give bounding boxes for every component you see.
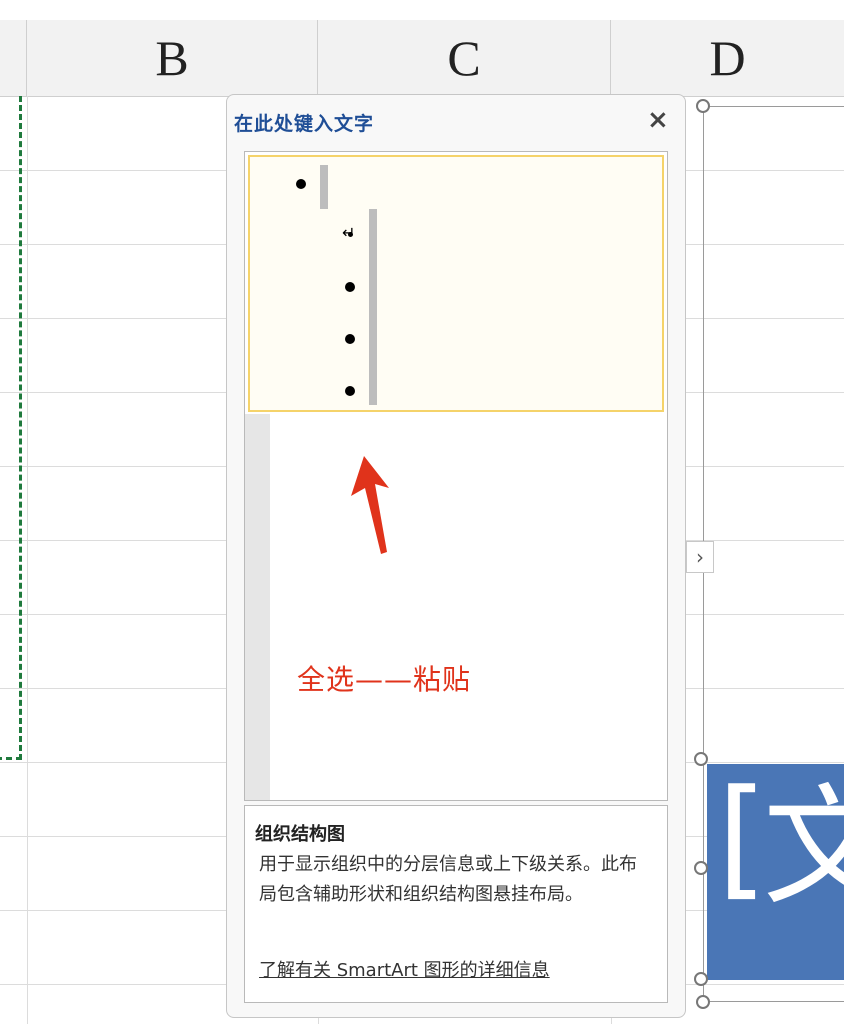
smartart-shape[interactable]: [ 文: [707, 764, 844, 980]
bullet-item-3[interactable]: [345, 282, 355, 292]
close-icon[interactable]: ×: [647, 107, 669, 133]
layout-description-text: 用于显示组织中的分层信息或上下级关系。此布局包含辅助形状和组织结构图悬挂布局。: [259, 854, 637, 905]
learn-more-link[interactable]: 了解有关 SmartArt 图形的详细信息: [259, 956, 550, 982]
ribbon-edge: [0, 0, 844, 20]
column-header-c[interactable]: C: [318, 20, 611, 96]
bullet-item-2[interactable]: [348, 232, 353, 237]
text-edit-area[interactable]: ↵ 全选——粘贴: [244, 151, 668, 801]
column-header-row: B C D: [0, 20, 844, 97]
shape-handle-bottom-left[interactable]: [694, 972, 708, 986]
smartart-text-pane: 在此处键入文字 × ↵ 全选——粘贴 组织结构图 用于显示组织中的分层信息或上下…: [226, 94, 686, 1018]
shape-bracket: [: [717, 764, 768, 913]
resize-handle-bottom-left[interactable]: [696, 995, 710, 1009]
annotation-text: 全选——粘贴: [297, 663, 472, 696]
text-cursor: [320, 165, 328, 209]
column-header-a[interactable]: [0, 20, 27, 96]
bullet-item-5[interactable]: [345, 386, 355, 396]
selected-bullets[interactable]: ↵: [248, 155, 664, 412]
column-header-d[interactable]: D: [611, 20, 844, 96]
copy-selection-marquee: [0, 96, 22, 760]
layout-name: 组织结构图: [255, 824, 345, 845]
text-pane-toggle[interactable]: ›: [686, 541, 714, 573]
resize-handle-top-left[interactable]: [696, 99, 710, 113]
shape-handle-middle-left[interactable]: [694, 861, 708, 875]
column-header-b[interactable]: B: [27, 20, 318, 96]
layout-description: 组织结构图 用于显示组织中的分层信息或上下级关系。此布局包含辅助形状和组织结构图…: [244, 805, 668, 1003]
grid-col-line: [27, 96, 28, 1024]
pane-title: 在此处键入文字: [234, 113, 375, 135]
chevron-right-icon: ›: [696, 545, 704, 569]
bullet-item-1[interactable]: [296, 179, 306, 189]
shape-handle-top-left[interactable]: [694, 752, 708, 766]
bullet-item-4[interactable]: [345, 334, 355, 344]
edit-gutter: [245, 414, 270, 800]
shape-text: 文: [763, 771, 844, 923]
text-cursor: [369, 209, 377, 405]
red-arrow-icon: [351, 456, 389, 554]
